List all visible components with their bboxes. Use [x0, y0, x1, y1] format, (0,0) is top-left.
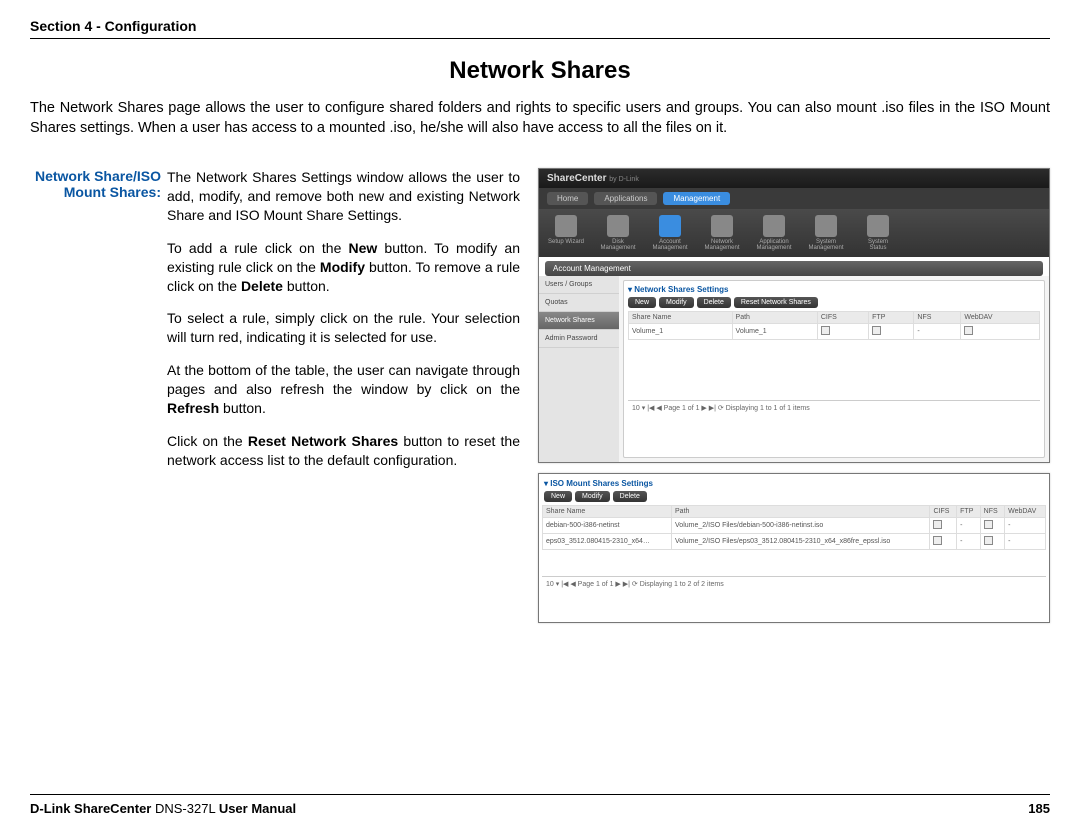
tab-home[interactable]: Home — [547, 192, 588, 205]
checkbox-icon[interactable] — [984, 520, 993, 529]
icon-setup-wizard[interactable]: Setup Wizard — [547, 215, 585, 251]
footer-rule — [30, 794, 1050, 795]
tab-management[interactable]: Management — [663, 192, 730, 205]
iso-table: Share NamePath CIFSFTP NFSWebDAV debian-… — [542, 505, 1046, 550]
iso-panel-title: ▾ ISO Mount Shares Settings — [544, 479, 1046, 488]
checkbox-icon[interactable] — [872, 326, 881, 335]
sidebar: Users / Groups Quotas Network Shares Adm… — [539, 276, 619, 462]
page-title: Network Shares — [30, 57, 1050, 85]
checkbox-icon[interactable] — [933, 536, 942, 545]
modify-button[interactable]: Modify — [659, 297, 694, 308]
field-label-line1: Network Share/ISO — [30, 168, 161, 184]
icon-sys-status[interactable]: System Status — [859, 215, 897, 251]
sidebar-admin-password[interactable]: Admin Password — [539, 330, 619, 348]
col-nfs: NFS — [914, 312, 961, 324]
pager[interactable]: 10 ▾ |◀ ◀ Page 1 of 1 ▶ ▶| ⟳ Displaying … — [628, 400, 1040, 415]
panel-title: ▾ Network Shares Settings — [628, 285, 1040, 294]
desc-p5: Click on the Reset Network Shares button… — [167, 432, 520, 470]
checkbox-icon[interactable] — [964, 326, 973, 335]
col-ftp: FTP — [869, 312, 914, 324]
sidebar-network-shares[interactable]: Network Shares — [539, 312, 619, 330]
desc-p4: At the bottom of the table, the user can… — [167, 361, 520, 418]
table-row[interactable]: Volume_1 Volume_1 - — [629, 324, 1040, 340]
col-cifs: CIFS — [817, 312, 868, 324]
shares-table: Share Name Path CIFS FTP NFS WebDAV Volu… — [628, 311, 1040, 340]
iso-delete-button[interactable]: Delete — [613, 491, 647, 502]
icon-network-mgmt[interactable]: Network Management — [703, 215, 741, 251]
table-row[interactable]: debian-500-i386-netinstVolume_2/ISO File… — [543, 518, 1046, 534]
sidebar-users-groups[interactable]: Users / Groups — [539, 276, 619, 294]
sidebar-quotas[interactable]: Quotas — [539, 294, 619, 312]
reset-network-shares-button[interactable]: Reset Network Shares — [734, 297, 818, 308]
checkbox-icon[interactable] — [821, 326, 830, 335]
checkbox-icon[interactable] — [933, 520, 942, 529]
section-bar: Account Management — [545, 261, 1043, 276]
checkbox-icon[interactable] — [984, 536, 993, 545]
toolbar-iconrow: Setup Wizard Disk Management Account Man… — [539, 209, 1049, 257]
iso-modify-button[interactable]: Modify — [575, 491, 610, 502]
intro-paragraph: The Network Shares page allows the user … — [30, 99, 1050, 138]
iso-new-button[interactable]: New — [544, 491, 572, 502]
col-share-name: Share Name — [629, 312, 733, 324]
icon-disk-mgmt[interactable]: Disk Management — [599, 215, 637, 251]
desc-p2: To add a rule click on the New button. T… — [167, 239, 520, 296]
main-tabs: Home Applications Management — [539, 188, 1049, 209]
col-webdav: WebDAV — [961, 312, 1040, 324]
table-row[interactable]: eps03_3512.080415-2310_x64…Volume_2/ISO … — [543, 534, 1046, 550]
icon-app-mgmt[interactable]: Application Management — [755, 215, 793, 251]
description-column: Network Share/ISO Mount Shares: The Netw… — [30, 168, 520, 623]
screenshot-iso-mount: ▾ ISO Mount Shares Settings New Modify D… — [538, 473, 1050, 623]
tab-applications[interactable]: Applications — [594, 192, 657, 205]
iso-pager[interactable]: 10 ▾ |◀ ◀ Page 1 of 1 ▶ ▶| ⟳ Displaying … — [542, 576, 1046, 591]
screenshot-network-shares: ShareCenter by D-Link Home Applications … — [538, 168, 1050, 463]
desc-p1: The Network Shares Settings window allow… — [167, 168, 520, 225]
page-number: 185 — [1028, 801, 1050, 816]
icon-account-mgmt[interactable]: Account Management — [651, 215, 689, 251]
new-button[interactable]: New — [628, 297, 656, 308]
header-rule — [30, 38, 1050, 39]
section-header: Section 4 - Configuration — [30, 18, 1050, 34]
col-path: Path — [732, 312, 817, 324]
field-label-line2: Mount Shares: — [30, 184, 161, 200]
delete-button[interactable]: Delete — [697, 297, 731, 308]
icon-sys-mgmt[interactable]: System Management — [807, 215, 845, 251]
desc-p3: To select a rule, simply click on the ru… — [167, 309, 520, 347]
app-brand: ShareCenter by D-Link — [539, 169, 1049, 188]
footer-product: D-Link ShareCenter DNS-327L User Manual — [30, 801, 296, 816]
